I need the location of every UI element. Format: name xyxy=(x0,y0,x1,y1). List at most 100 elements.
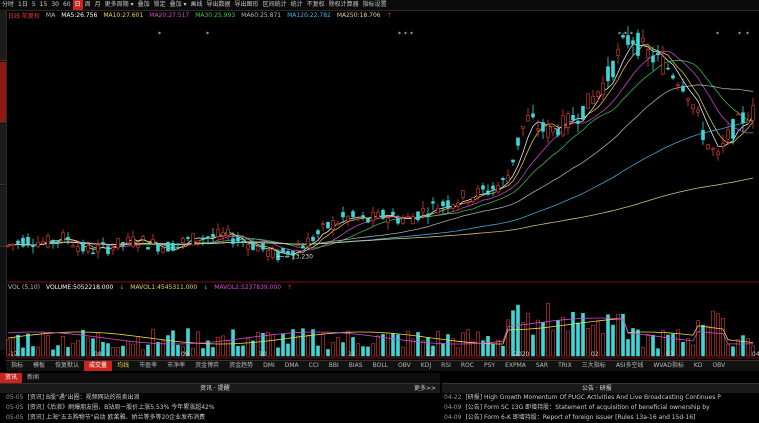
toolbar-item-1[interactable]: 1日 xyxy=(16,0,30,10)
volume-bar xyxy=(126,340,130,357)
candle-body xyxy=(726,129,730,140)
kline-chart[interactable]: ← 13.230* * * * * * * * * * *-17 08 09 10 11 12 2020 02 03… xyxy=(6,20,759,360)
indicator-tab-25[interactable]: WVAD指标 xyxy=(649,361,689,371)
indicator-tab-8[interactable]: 资金趋势 xyxy=(224,361,258,371)
toolbar-item-13[interactable]: 画线 xyxy=(189,0,205,10)
volume-bar xyxy=(531,334,535,357)
toolbar-item-20[interactable]: 指标设置 xyxy=(361,0,389,10)
indicator-tab-5[interactable]: 市盈率 xyxy=(134,361,162,371)
toolbar-item-0[interactable]: 分时 xyxy=(0,0,16,10)
candle-body xyxy=(696,109,700,113)
toolbar-item-8[interactable]: 月 xyxy=(93,0,103,10)
toolbar-item-17[interactable]: 统计 xyxy=(289,0,305,10)
volume-bar xyxy=(401,346,405,357)
volume-bar xyxy=(56,345,60,357)
candle-body xyxy=(281,247,285,253)
notice-text: [公告] Form SC 13G 即增持股：Statement of acqui… xyxy=(465,404,710,411)
news-tab-1[interactable]: 新闻 xyxy=(22,373,44,383)
volume-bar xyxy=(716,313,720,357)
indicator-tab-2[interactable]: 恢复默认 xyxy=(50,361,84,371)
x-tick-label: 08 xyxy=(94,351,102,358)
toolbar-item-3[interactable]: 15 xyxy=(38,0,50,10)
volume-bar xyxy=(146,344,150,357)
news-text: [资讯]《后浪》刷爆朋友圈，B站周一股价上涨5.53% 今年累涨超42% xyxy=(27,404,215,411)
indicator-tab-9[interactable]: DMI xyxy=(258,361,280,371)
indicator-tab-0[interactable]: 指标 xyxy=(6,361,28,371)
candle-body xyxy=(111,247,115,251)
toolbar-item-18[interactable]: 不复权 xyxy=(305,0,327,10)
indicator-tab-17[interactable]: RSI xyxy=(436,361,456,371)
indicator-tab-20[interactable]: EXPMA xyxy=(500,361,531,371)
notice-row[interactable]: 04-09 [公告] Form 6-K 即增持股：Report of foreig… xyxy=(444,413,757,422)
indicator-tab-3[interactable]: 成交量 xyxy=(84,361,113,371)
volume-bar xyxy=(366,346,370,357)
indicator-tab-16[interactable]: KDJ xyxy=(416,361,436,371)
toolbar-item-15[interactable]: 导出图形 xyxy=(233,0,261,10)
notice-row[interactable]: 04-22 [研报] High Growth Momentum Of PUGC A… xyxy=(444,393,757,402)
candle-body xyxy=(46,235,50,248)
candle-body xyxy=(16,240,20,244)
candle-body xyxy=(86,245,90,252)
indicator-tab-18[interactable]: ROC xyxy=(456,361,479,371)
notice-text: [研报] High Growth Momentum Of PUGC Activi… xyxy=(465,394,721,401)
toolbar-item-16[interactable]: 区间统计 xyxy=(261,0,289,10)
volume-bar xyxy=(251,340,255,357)
candle-body xyxy=(166,242,170,252)
toolbar-item-7[interactable]: 周 xyxy=(83,0,93,10)
indicator-tab-27[interactable]: OBV xyxy=(707,361,730,371)
x-tick-label: 02 xyxy=(591,351,599,358)
indicator-tab-10[interactable]: DMA xyxy=(280,361,304,371)
indicator-tab-14[interactable]: BOLL xyxy=(368,361,393,371)
indicator-tab-19[interactable]: PSY xyxy=(479,361,500,371)
indicator-tab-22[interactable]: TRIX xyxy=(553,361,577,371)
x-tick-label: 10 xyxy=(259,351,267,358)
toolbar-item-4[interactable]: 30 xyxy=(49,0,61,10)
candle-body xyxy=(361,215,365,218)
indicator-tab-23[interactable]: 三大指标 xyxy=(577,361,611,371)
news-row[interactable]: 05-05 [资讯] B股"遇"出圈：视频网站的前卖出浪 xyxy=(6,393,438,402)
notice-row[interactable]: 04-09 [公告] Form SC 13G 即增持股：Statement of … xyxy=(444,403,757,412)
indicator-tab-7[interactable]: 资金博弈 xyxy=(190,361,224,371)
volume-bar xyxy=(176,344,180,357)
toolbar-item-14[interactable]: 导出数据 xyxy=(205,0,233,10)
indicator-tab-21[interactable]: SAR xyxy=(531,361,553,371)
toolbar-item-2[interactable]: 5 xyxy=(30,0,38,10)
volume-bar xyxy=(296,335,300,357)
volume-bar xyxy=(711,310,715,357)
candle-body xyxy=(326,221,330,229)
ma-legend-item-4: MA20:27.517 xyxy=(149,12,190,19)
news-row[interactable]: 05-05 [资讯] 上海"五五购物节"启动 欧莱雅、娇兰等多等20企业发布消费 xyxy=(6,413,438,422)
indicator-tab-12[interactable]: BBI xyxy=(324,361,344,371)
candle-body xyxy=(151,239,155,244)
indicator-tab-15[interactable]: OBV xyxy=(393,361,416,371)
toolbar-item-11[interactable]: 锁定 xyxy=(152,0,168,10)
toolbar-item-5[interactable]: 60 xyxy=(61,0,73,10)
candle-body xyxy=(706,144,710,150)
toolbar-item-9[interactable]: 更多周期 ▾ xyxy=(103,0,136,10)
indicator-tab-11[interactable]: CCI xyxy=(304,361,324,371)
indicator-tab-1[interactable]: 模板 xyxy=(28,361,50,371)
indicator-tab-13[interactable]: BIAS xyxy=(344,361,368,371)
ma-line-3 xyxy=(7,59,754,249)
indicator-tab-26[interactable]: KD xyxy=(689,361,708,371)
toolbar-item-19[interactable]: 除权计算器 xyxy=(327,0,361,10)
indicator-tab-4[interactable]: 均线 xyxy=(112,361,134,371)
volume-bar xyxy=(566,330,570,357)
candle-body xyxy=(471,197,475,202)
candle-body xyxy=(421,208,425,213)
candle-body xyxy=(721,142,725,147)
candle-body xyxy=(316,230,320,235)
candle-body xyxy=(561,115,565,136)
toolbar-item-6[interactable]: 日 xyxy=(72,0,83,10)
news-tab-0[interactable]: 资讯 xyxy=(0,373,23,383)
news-more-link[interactable]: 更多>> xyxy=(414,384,436,393)
volume-bar xyxy=(331,342,335,357)
indicator-tab-6[interactable]: 市净率 xyxy=(162,361,190,371)
news-row[interactable]: 05-05 [资讯]《后浪》刷爆朋友圈，B站周一股价上涨5.53% 今年累涨超42… xyxy=(6,403,438,412)
volume-bar xyxy=(131,343,135,357)
toolbar-item-12[interactable]: 叠加 ▾ xyxy=(168,0,189,10)
volume-bar xyxy=(236,346,240,357)
volume-bar xyxy=(241,345,245,357)
toolbar-item-10[interactable]: 叠加 xyxy=(136,0,152,10)
indicator-tab-24[interactable]: ASI多空线 xyxy=(611,361,649,371)
